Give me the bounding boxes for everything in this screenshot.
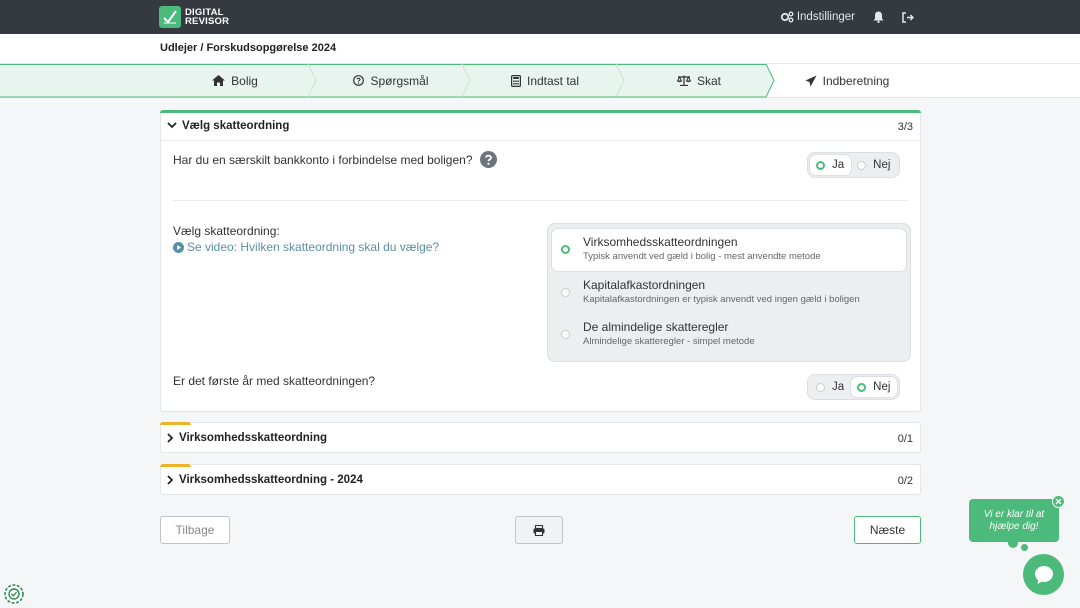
first-year-toggle: Ja Nej [807,374,901,400]
chat-bubble-tail [1008,538,1018,548]
logout-icon[interactable] [902,11,914,23]
help-icon[interactable] [479,151,497,171]
option-label: Ja [832,381,845,393]
option-label: Nej [873,381,891,393]
bank-account-yes-option[interactable]: Ja [810,155,852,175]
step-label: Bolig [231,73,258,88]
tax-scheme-options: Virksomhedsskatteordningen Typisk anvend… [547,223,911,362]
bank-account-no-option[interactable]: Nej [851,155,897,175]
print-button[interactable] [515,516,563,544]
chat-icon [1034,565,1053,584]
option-label: Ja [832,159,845,171]
step-label: Indtast tal [526,73,580,88]
section-header[interactable]: Virksomhedsskatteordning - 2024 0/2 [161,465,920,495]
tax-option-kapitalafkastordningen[interactable]: Kapitalafkastordningen Kapitalafkastordn… [552,272,906,314]
breadcrumb: Udlejer / Forskudsopgørelse 2024 [160,42,337,54]
radio-unselected [857,160,867,170]
section-header[interactable]: Vælg skatteordning 3/3 [161,111,920,141]
section-vaelg-skatteordning: Vælg skatteordning 3/3 Har du en særskil… [160,110,921,412]
step-skat[interactable]: Skat [624,64,774,97]
step-indberetning[interactable]: Indberetning [772,64,922,97]
section-title: Vælg skatteordning [182,119,290,132]
step-label: Spørgsmål [370,73,429,88]
step-indtast-tal[interactable]: Indtast tal [470,64,620,97]
bank-account-toggle: Ja Nej [807,152,901,178]
balance-scale-icon [676,75,691,86]
video-link[interactable]: Se video: Hvilken skatteordning skal du … [173,240,439,254]
section-virksomhedsskatteordning-2024: Virksomhedsskatteordning - 2024 0/2 [160,464,921,495]
option-description: Kapitalafkastordningen er typisk anvendt… [583,294,860,305]
chat-bubble-tail [1021,544,1028,551]
section-count: 3/3 [897,121,913,133]
question-circle-icon [353,75,365,86]
notifications-bell-icon[interactable] [873,11,884,23]
option-description: Almindelige skatteregler - simpel metode [583,336,755,347]
divider [173,200,908,201]
logo-check-icon [159,6,181,28]
radio-unselected [561,330,570,339]
question-text: Har du en særskilt bankkonto i forbindel… [173,153,473,168]
tax-option-almindelige-skatteregler[interactable]: De almindelige skatteregler Almindelige … [552,314,906,356]
breadcrumb-bar: Udlejer / Forskudsopgørelse 2024 [0,34,1080,64]
chevron-down-icon [167,122,177,129]
option-title: Virksomhedsskatteordningen [583,235,738,249]
calculator-icon [510,74,521,87]
cogs-icon [780,11,794,23]
section-count: 0/2 [897,475,913,487]
radio-selected [816,160,825,170]
radio-unselected [561,288,570,297]
logo-line2: REVISOR [185,16,230,27]
section-title: Virksomhedsskatteordning [179,432,328,444]
paper-plane-icon [805,75,817,86]
option-title: De almindelige skatteregler [583,320,729,334]
video-link-text: Se video: Hvilken skatteordning skal du … [187,240,440,254]
radio-selected [857,382,867,392]
question-first-year: Er det første år med skatteordningen? [173,374,376,388]
option-description: Typisk anvendt ved gæld i bolig - mest a… [583,251,821,262]
chevron-right-icon [167,433,174,443]
step-bolig[interactable]: Bolig [160,64,310,97]
digital-revisor-logo[interactable]: DIGITAL REVISOR [159,6,229,28]
chevron-right-icon [167,475,174,485]
play-circle-icon [173,241,184,253]
home-icon [212,75,226,86]
next-button[interactable]: Næste [854,516,921,544]
step-label: Skat [696,73,721,88]
first-year-no-option[interactable]: Nej [851,377,898,397]
section-virksomhedsskatteordning: Virksomhedsskatteordning 0/1 [160,422,921,453]
section-header[interactable]: Virksomhedsskatteordning 0/1 [161,423,920,453]
chat-greeting-bubble[interactable]: Vi er klar til at hjælpe dig! [969,499,1059,542]
question-tax-scheme-label: Vælg skatteordning: [173,224,280,238]
progress-steps: Bolig Spørgsmål Indtast tal Skat Indbere… [0,64,1080,98]
back-button[interactable]: Tilbage [160,516,230,544]
badge-logo-icon [4,584,24,607]
radio-unselected [816,382,825,392]
question-bank-account: Har du en særskilt bankkonto i forbindel… [173,151,497,171]
settings-link[interactable]: Indstillinger [780,11,855,23]
settings-label: Indstillinger [796,11,855,23]
chat-open-button[interactable] [1023,554,1064,595]
print-icon [533,524,545,536]
step-label: Indberetning [822,73,890,88]
step-spoergsmaal[interactable]: Spørgsmål [316,64,466,97]
tax-option-virksomhedsskatteordningen[interactable]: Virksomhedsskatteordningen Typisk anvend… [552,229,906,271]
top-navbar: DIGITAL REVISOR Indstillinger [0,0,1080,34]
first-year-yes-option[interactable]: Ja [810,377,851,397]
section-count: 0/1 [897,433,913,445]
section-title: Virksomhedsskatteordning - 2024 [179,474,363,486]
option-label: Nej [873,159,891,171]
option-title: Kapitalafkastordningen [583,278,706,292]
chat-close-icon[interactable] [1052,495,1065,508]
radio-selected [561,245,570,254]
